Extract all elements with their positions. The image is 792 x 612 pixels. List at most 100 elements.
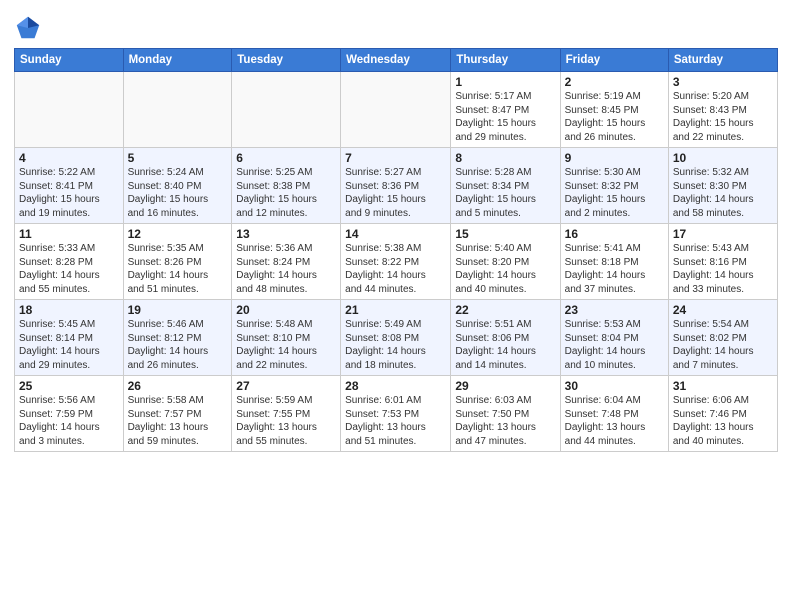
day-number: 29 xyxy=(455,379,555,393)
header-sunday: Sunday xyxy=(15,49,124,72)
day-info: Sunrise: 5:17 AM Sunset: 8:47 PM Dayligh… xyxy=(455,90,555,144)
day-info: Sunrise: 5:49 AM Sunset: 8:08 PM Dayligh… xyxy=(345,318,446,372)
calendar-cell: 19Sunrise: 5:46 AM Sunset: 8:12 PM Dayli… xyxy=(123,300,232,376)
day-info: Sunrise: 5:35 AM Sunset: 8:26 PM Dayligh… xyxy=(128,242,228,296)
day-number: 30 xyxy=(565,379,664,393)
calendar-cell: 11Sunrise: 5:33 AM Sunset: 8:28 PM Dayli… xyxy=(15,224,124,300)
header-saturday: Saturday xyxy=(668,49,777,72)
day-info: Sunrise: 5:19 AM Sunset: 8:45 PM Dayligh… xyxy=(565,90,664,144)
day-number: 11 xyxy=(19,227,119,241)
day-number: 12 xyxy=(128,227,228,241)
calendar-cell: 20Sunrise: 5:48 AM Sunset: 8:10 PM Dayli… xyxy=(232,300,341,376)
day-info: Sunrise: 6:06 AM Sunset: 7:46 PM Dayligh… xyxy=(673,394,773,448)
day-number: 31 xyxy=(673,379,773,393)
day-info: Sunrise: 5:51 AM Sunset: 8:06 PM Dayligh… xyxy=(455,318,555,372)
header-thursday: Thursday xyxy=(451,49,560,72)
day-number: 22 xyxy=(455,303,555,317)
calendar-cell xyxy=(15,72,124,148)
day-info: Sunrise: 5:36 AM Sunset: 8:24 PM Dayligh… xyxy=(236,242,336,296)
calendar-cell: 25Sunrise: 5:56 AM Sunset: 7:59 PM Dayli… xyxy=(15,376,124,452)
day-info: Sunrise: 5:33 AM Sunset: 8:28 PM Dayligh… xyxy=(19,242,119,296)
day-number: 10 xyxy=(673,151,773,165)
day-info: Sunrise: 5:30 AM Sunset: 8:32 PM Dayligh… xyxy=(565,166,664,220)
calendar-cell: 2Sunrise: 5:19 AM Sunset: 8:45 PM Daylig… xyxy=(560,72,668,148)
day-info: Sunrise: 6:04 AM Sunset: 7:48 PM Dayligh… xyxy=(565,394,664,448)
calendar-cell: 30Sunrise: 6:04 AM Sunset: 7:48 PM Dayli… xyxy=(560,376,668,452)
calendar-cell: 17Sunrise: 5:43 AM Sunset: 8:16 PM Dayli… xyxy=(668,224,777,300)
day-info: Sunrise: 5:28 AM Sunset: 8:34 PM Dayligh… xyxy=(455,166,555,220)
calendar-cell: 7Sunrise: 5:27 AM Sunset: 8:36 PM Daylig… xyxy=(341,148,451,224)
day-number: 25 xyxy=(19,379,119,393)
calendar-cell xyxy=(232,72,341,148)
day-number: 23 xyxy=(565,303,664,317)
calendar-header-row: SundayMondayTuesdayWednesdayThursdayFrid… xyxy=(15,49,778,72)
calendar-week-1: 4Sunrise: 5:22 AM Sunset: 8:41 PM Daylig… xyxy=(15,148,778,224)
calendar-cell: 6Sunrise: 5:25 AM Sunset: 8:38 PM Daylig… xyxy=(232,148,341,224)
calendar-week-4: 25Sunrise: 5:56 AM Sunset: 7:59 PM Dayli… xyxy=(15,376,778,452)
calendar-cell: 18Sunrise: 5:45 AM Sunset: 8:14 PM Dayli… xyxy=(15,300,124,376)
calendar-cell: 26Sunrise: 5:58 AM Sunset: 7:57 PM Dayli… xyxy=(123,376,232,452)
day-info: Sunrise: 5:56 AM Sunset: 7:59 PM Dayligh… xyxy=(19,394,119,448)
calendar-week-0: 1Sunrise: 5:17 AM Sunset: 8:47 PM Daylig… xyxy=(15,72,778,148)
day-info: Sunrise: 5:43 AM Sunset: 8:16 PM Dayligh… xyxy=(673,242,773,296)
day-number: 27 xyxy=(236,379,336,393)
calendar-cell: 28Sunrise: 6:01 AM Sunset: 7:53 PM Dayli… xyxy=(341,376,451,452)
day-number: 15 xyxy=(455,227,555,241)
day-number: 6 xyxy=(236,151,336,165)
day-number: 5 xyxy=(128,151,228,165)
calendar-cell: 4Sunrise: 5:22 AM Sunset: 8:41 PM Daylig… xyxy=(15,148,124,224)
day-number: 1 xyxy=(455,75,555,89)
day-info: Sunrise: 5:22 AM Sunset: 8:41 PM Dayligh… xyxy=(19,166,119,220)
day-number: 13 xyxy=(236,227,336,241)
calendar-cell: 8Sunrise: 5:28 AM Sunset: 8:34 PM Daylig… xyxy=(451,148,560,224)
calendar-table: SundayMondayTuesdayWednesdayThursdayFrid… xyxy=(14,48,778,452)
day-number: 16 xyxy=(565,227,664,241)
day-info: Sunrise: 5:40 AM Sunset: 8:20 PM Dayligh… xyxy=(455,242,555,296)
calendar-cell: 1Sunrise: 5:17 AM Sunset: 8:47 PM Daylig… xyxy=(451,72,560,148)
calendar-cell: 13Sunrise: 5:36 AM Sunset: 8:24 PM Dayli… xyxy=(232,224,341,300)
calendar-cell: 29Sunrise: 6:03 AM Sunset: 7:50 PM Dayli… xyxy=(451,376,560,452)
calendar-cell: 12Sunrise: 5:35 AM Sunset: 8:26 PM Dayli… xyxy=(123,224,232,300)
calendar-cell: 27Sunrise: 5:59 AM Sunset: 7:55 PM Dayli… xyxy=(232,376,341,452)
day-info: Sunrise: 5:32 AM Sunset: 8:30 PM Dayligh… xyxy=(673,166,773,220)
header xyxy=(14,10,778,42)
header-tuesday: Tuesday xyxy=(232,49,341,72)
header-wednesday: Wednesday xyxy=(341,49,451,72)
day-info: Sunrise: 5:45 AM Sunset: 8:14 PM Dayligh… xyxy=(19,318,119,372)
calendar-week-2: 11Sunrise: 5:33 AM Sunset: 8:28 PM Dayli… xyxy=(15,224,778,300)
day-info: Sunrise: 6:01 AM Sunset: 7:53 PM Dayligh… xyxy=(345,394,446,448)
day-number: 14 xyxy=(345,227,446,241)
day-info: Sunrise: 5:20 AM Sunset: 8:43 PM Dayligh… xyxy=(673,90,773,144)
calendar-cell: 24Sunrise: 5:54 AM Sunset: 8:02 PM Dayli… xyxy=(668,300,777,376)
page: SundayMondayTuesdayWednesdayThursdayFrid… xyxy=(0,0,792,612)
header-friday: Friday xyxy=(560,49,668,72)
day-info: Sunrise: 6:03 AM Sunset: 7:50 PM Dayligh… xyxy=(455,394,555,448)
calendar-cell: 3Sunrise: 5:20 AM Sunset: 8:43 PM Daylig… xyxy=(668,72,777,148)
day-number: 17 xyxy=(673,227,773,241)
day-number: 3 xyxy=(673,75,773,89)
calendar-cell: 21Sunrise: 5:49 AM Sunset: 8:08 PM Dayli… xyxy=(341,300,451,376)
day-info: Sunrise: 5:59 AM Sunset: 7:55 PM Dayligh… xyxy=(236,394,336,448)
calendar-cell: 15Sunrise: 5:40 AM Sunset: 8:20 PM Dayli… xyxy=(451,224,560,300)
calendar-cell: 22Sunrise: 5:51 AM Sunset: 8:06 PM Dayli… xyxy=(451,300,560,376)
day-info: Sunrise: 5:41 AM Sunset: 8:18 PM Dayligh… xyxy=(565,242,664,296)
logo xyxy=(14,14,44,42)
logo-icon xyxy=(14,14,42,42)
day-info: Sunrise: 5:27 AM Sunset: 8:36 PM Dayligh… xyxy=(345,166,446,220)
header-monday: Monday xyxy=(123,49,232,72)
day-info: Sunrise: 5:38 AM Sunset: 8:22 PM Dayligh… xyxy=(345,242,446,296)
day-number: 24 xyxy=(673,303,773,317)
day-number: 20 xyxy=(236,303,336,317)
day-number: 18 xyxy=(19,303,119,317)
day-number: 8 xyxy=(455,151,555,165)
day-number: 28 xyxy=(345,379,446,393)
calendar-cell: 16Sunrise: 5:41 AM Sunset: 8:18 PM Dayli… xyxy=(560,224,668,300)
day-info: Sunrise: 5:58 AM Sunset: 7:57 PM Dayligh… xyxy=(128,394,228,448)
day-number: 4 xyxy=(19,151,119,165)
day-number: 2 xyxy=(565,75,664,89)
day-info: Sunrise: 5:48 AM Sunset: 8:10 PM Dayligh… xyxy=(236,318,336,372)
day-info: Sunrise: 5:54 AM Sunset: 8:02 PM Dayligh… xyxy=(673,318,773,372)
day-info: Sunrise: 5:46 AM Sunset: 8:12 PM Dayligh… xyxy=(128,318,228,372)
day-number: 21 xyxy=(345,303,446,317)
day-number: 9 xyxy=(565,151,664,165)
